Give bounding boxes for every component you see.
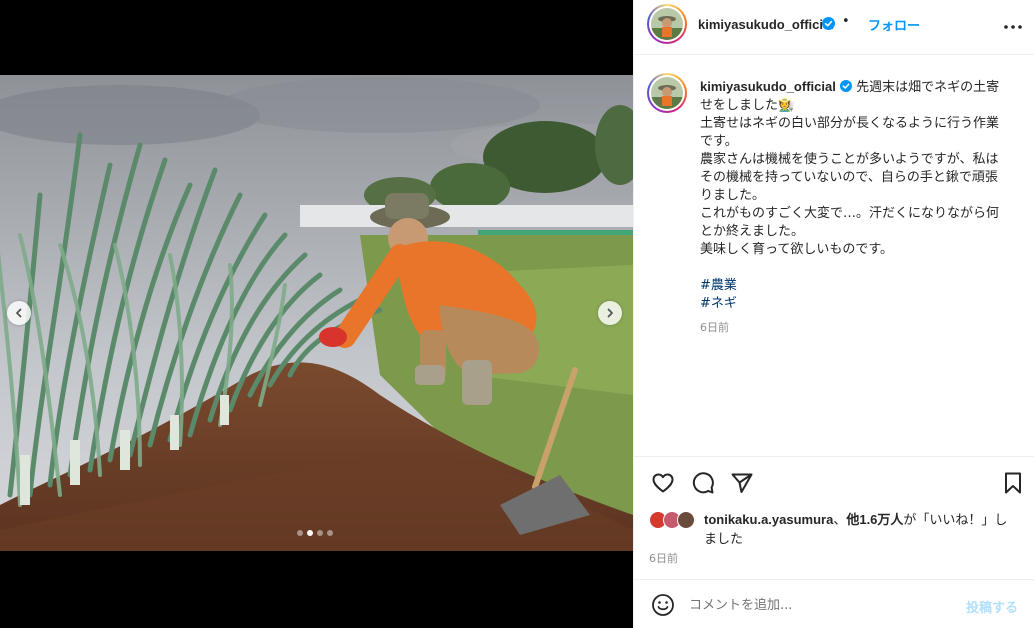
carousel-prev-button[interactable] — [7, 301, 31, 325]
divider — [634, 456, 1034, 457]
avatar — [677, 511, 695, 529]
header-username[interactable]: kimiyasukudo_official — [698, 17, 834, 32]
caption-avatar[interactable] — [647, 73, 687, 113]
verified-badge-icon — [822, 17, 835, 30]
chevron-left-icon — [16, 308, 22, 318]
comment-input[interactable] — [689, 594, 959, 616]
carousel-dot — [297, 530, 303, 536]
caption-timestamp: 6日前 — [700, 321, 729, 334]
caption-line: その機械を持っていないので、自らの手と鍬で頑張 — [700, 170, 998, 185]
post-header: kimiyasukudo_official • フォロー — [634, 0, 1034, 55]
follow-button[interactable]: フォロー — [868, 15, 920, 34]
carousel-dot — [327, 530, 333, 536]
caption-line: せをしました🧑‍🌾 — [700, 98, 795, 113]
caption-line: 農家さんは機械を使うことが多いようですが、私は — [700, 152, 999, 167]
caption-first-line: kimiyasukudo_official 先週末は畑でネギの土寄 — [700, 78, 1026, 97]
caption-line: です。 — [700, 134, 738, 149]
hashtag-link[interactable]: #ネギ — [700, 295, 1026, 313]
caption-line: これがものすごく大変で…。汗だくになりながら何 — [700, 206, 1000, 221]
instagram-post-view: kimiyasukudo_official • フォロー kimiyasukud… — [0, 0, 1034, 628]
carousel-next-button[interactable] — [598, 301, 622, 325]
caption-username[interactable]: kimiyasukudo_official — [700, 79, 836, 94]
post-timestamp[interactable]: 6日前 — [649, 550, 678, 566]
post-comment-button[interactable]: 投稿する — [966, 597, 1018, 616]
likes-suffix: が「いいね！」し — [903, 513, 1008, 528]
liked-by-username[interactable]: tonikaku.a.yasumura — [704, 512, 833, 527]
likes-suffix-continued: ました — [704, 532, 744, 547]
liked-by-avatars[interactable] — [649, 511, 701, 531]
carousel-dot-active — [307, 530, 313, 536]
post-photo — [0, 75, 633, 551]
post-media — [0, 0, 633, 628]
hashtag-link[interactable]: #農業 — [700, 277, 1026, 295]
divider — [634, 579, 1034, 580]
caption-line: 土寄せはネギの白い部分が長くなるように行う作業 — [700, 116, 1000, 131]
caption-text: 先週末は畑でネギの土寄 — [856, 80, 1000, 95]
comment-bubble-icon[interactable] — [691, 471, 715, 495]
likes-summary: tonikaku.a.yasumura、他1.6万人が「いいね！」し ました — [704, 510, 1024, 549]
post-caption: kimiyasukudo_official 先週末は畑でネギの土寄 せをしました… — [700, 78, 1026, 313]
verified-badge-icon — [839, 80, 852, 92]
avatar[interactable] — [647, 4, 687, 44]
chevron-right-icon — [607, 308, 613, 318]
carousel-dot — [317, 530, 323, 536]
caption-line: 美味しく育って欲しいものです。 — [700, 242, 894, 257]
caption-line: とか終えました。 — [700, 224, 805, 239]
more-horizontal-icon[interactable] — [1002, 16, 1024, 38]
caption-line: りました。 — [700, 188, 766, 203]
header-separator: • — [842, 14, 850, 29]
paper-plane-icon[interactable] — [730, 471, 754, 495]
carousel-indicator — [297, 530, 333, 536]
post-side-panel: kimiyasukudo_official • フォロー kimiyasukud… — [633, 0, 1034, 628]
bookmark-icon[interactable] — [1001, 471, 1025, 495]
likes-count[interactable]: 他1.6万人 — [846, 512, 903, 527]
heart-icon[interactable] — [651, 471, 675, 495]
likes-separator: 、 — [833, 513, 847, 528]
smiley-icon[interactable] — [651, 593, 675, 617]
